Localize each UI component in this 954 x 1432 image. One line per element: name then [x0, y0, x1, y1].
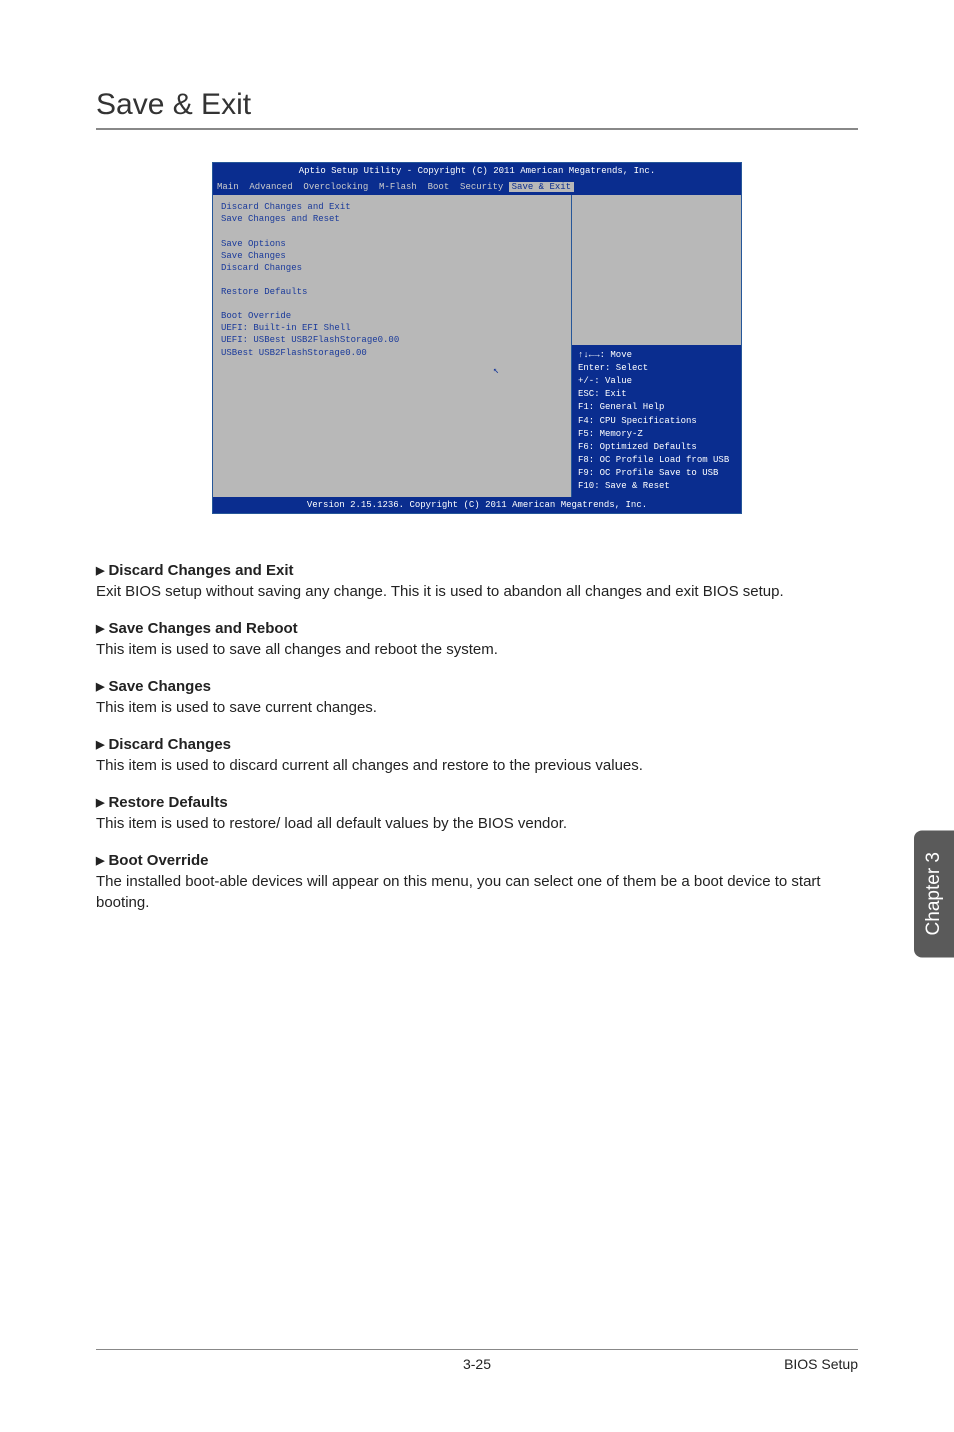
- bios-right-panel: ↑↓←→: Move Enter: Select +/-: Value ESC:…: [571, 195, 741, 497]
- item-description: Exit BIOS setup without saving any chang…: [96, 581, 858, 602]
- bios-left-panel: Discard Changes and Exit Save Changes an…: [213, 195, 571, 497]
- bios-menu-item: Save Changes: [221, 250, 563, 262]
- item-heading: ▶Discard Changes: [96, 736, 858, 753]
- page-footer: 3-25 BIOS Setup: [96, 1349, 858, 1372]
- chapter-tab: Chapter 3: [914, 830, 954, 957]
- bios-screenshot: Aptio Setup Utility - Copyright (C) 2011…: [212, 162, 742, 514]
- bios-help-keys: ↑↓←→: Move Enter: Select +/-: Value ESC:…: [572, 345, 741, 497]
- item-heading: ▶Save Changes: [96, 678, 858, 695]
- item-description: This item is used to save current change…: [96, 697, 858, 718]
- page-number: 3-25: [463, 1356, 491, 1372]
- item-description: This item is used to save all changes an…: [96, 639, 858, 660]
- bios-menu-item: Discard Changes and Exit: [221, 201, 563, 213]
- bios-menu-item: UEFI: USBest USB2FlashStorage0.00: [221, 334, 563, 346]
- bios-menu-header: Save Options: [221, 238, 563, 250]
- arrow-icon: ▶: [96, 565, 104, 577]
- bios-tabs-prefix: Main Advanced Overclocking M-Flash Boot …: [217, 182, 509, 192]
- item-description: This item is used to discard current all…: [96, 755, 858, 776]
- bios-header-title: Aptio Setup Utility - Copyright (C) 2011…: [213, 163, 741, 179]
- arrow-icon: ▶: [96, 855, 104, 867]
- bios-menu-item: Restore Defaults: [221, 286, 563, 298]
- arrow-icon: ▶: [96, 797, 104, 809]
- item-heading: ▶Boot Override: [96, 852, 858, 869]
- bios-tab-active: Save & Exit: [509, 182, 574, 192]
- item-heading: ▶Save Changes and Reboot: [96, 620, 858, 637]
- item-description: The installed boot-able devices will app…: [96, 871, 858, 913]
- bios-menu-header: Boot Override: [221, 310, 563, 322]
- section-label: BIOS Setup: [784, 1356, 858, 1372]
- item-heading: ▶Restore Defaults: [96, 794, 858, 811]
- bios-footer: Version 2.15.1236. Copyright (C) 2011 Am…: [213, 497, 741, 513]
- cursor-icon: ↖: [493, 365, 499, 379]
- bios-menu-item: Save Changes and Reset: [221, 213, 563, 225]
- page-title: Save & Exit: [96, 88, 858, 130]
- bios-menu-item: UEFI: Built-in EFI Shell: [221, 322, 563, 334]
- arrow-icon: ▶: [96, 739, 104, 751]
- bios-tabs: Main Advanced Overclocking M-Flash Boot …: [213, 179, 741, 195]
- arrow-icon: ▶: [96, 681, 104, 693]
- item-heading: ▶Discard Changes and Exit: [96, 562, 858, 579]
- bios-menu-item: Discard Changes: [221, 262, 563, 274]
- item-description: This item is used to restore/ load all d…: [96, 813, 858, 834]
- bios-menu-item: USBest USB2FlashStorage0.00: [221, 347, 563, 359]
- arrow-icon: ▶: [96, 623, 104, 635]
